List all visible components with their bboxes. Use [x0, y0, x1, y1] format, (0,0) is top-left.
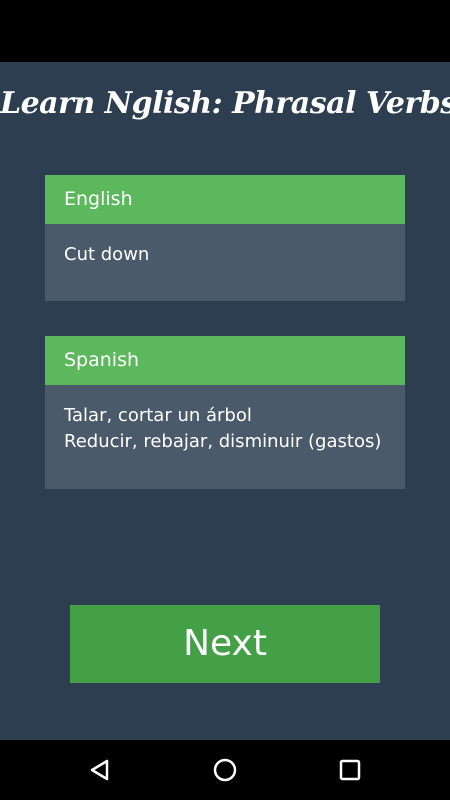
recents-button[interactable]: [330, 750, 370, 790]
spanish-card-body: Talar, cortar un árbol Reducir, rebajar,…: [45, 385, 405, 489]
status-bar: [0, 0, 450, 62]
next-button[interactable]: Next: [70, 605, 380, 683]
app-title: Learn Nglish: Phrasal Verbs: [0, 86, 450, 121]
english-card-body: Cut down: [45, 224, 405, 301]
app-screen: Learn Nglish: Phrasal Verbs English Cut …: [0, 62, 450, 740]
spanish-card-header: Spanish: [45, 336, 405, 385]
navigation-bar: [0, 740, 450, 800]
english-card: English Cut down: [45, 175, 405, 301]
english-card-header: English: [45, 175, 405, 224]
spanish-translation-line: Reducir, rebajar, disminuir (gastos): [64, 431, 382, 452]
spanish-translation-line: Talar, cortar un árbol: [64, 405, 252, 426]
back-button[interactable]: [80, 750, 120, 790]
home-button[interactable]: [205, 750, 245, 790]
back-icon: [90, 759, 109, 781]
recents-icon: [339, 759, 361, 781]
english-phrase: Cut down: [64, 244, 150, 265]
spanish-card: Spanish Talar, cortar un árbol Reducir, …: [45, 336, 405, 489]
home-icon: [213, 758, 237, 782]
